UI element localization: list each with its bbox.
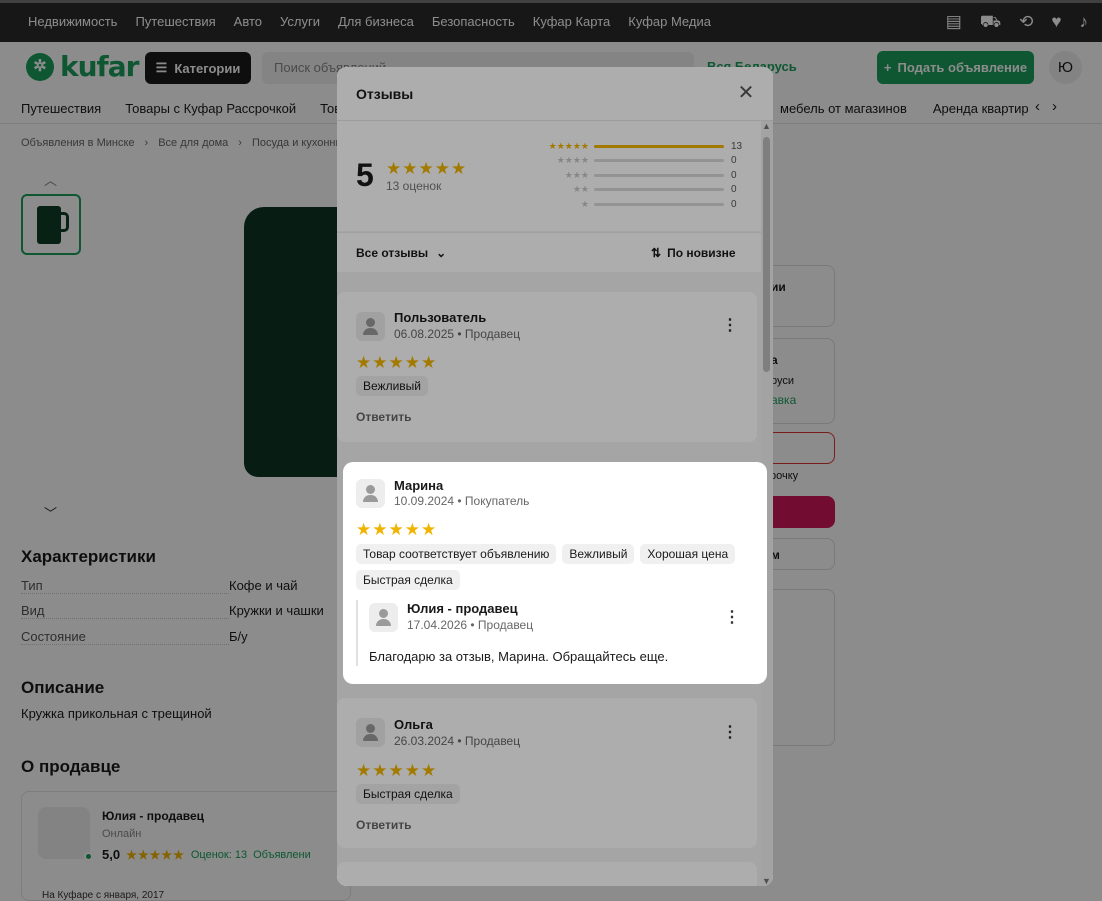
- answer-meta: 17.04.2026 • Продавец: [407, 618, 534, 632]
- reviewer-avatar: [356, 479, 385, 508]
- review-tag: Быстрая сделка: [356, 570, 460, 590]
- answer-author: Юлия - продавец: [407, 601, 518, 616]
- review-stars-icon: ★★★★★: [356, 520, 438, 539]
- review-tag: Хорошая цена: [640, 544, 736, 564]
- reviewer-name: Марина: [394, 478, 444, 493]
- review-tag: Вежливый: [562, 544, 635, 564]
- answer-text: Благодарю за отзыв, Марина. Обращайтесь …: [369, 649, 669, 664]
- review-tags: Товар соответствует объявлению Вежливый …: [356, 544, 746, 590]
- highlighted-review-card: Марина 10.09.2024 • Покупатель ★★★★★ Тов…: [343, 462, 767, 684]
- answer-avatar: [369, 603, 398, 632]
- more-options-icon[interactable]: ⋮: [724, 610, 740, 626]
- review-tag: Товар соответствует объявлению: [356, 544, 557, 564]
- seller-answer: Юлия - продавец 17.04.2026 • Продавец ⋮ …: [356, 600, 746, 666]
- review-meta: 10.09.2024 • Покупатель: [394, 494, 530, 508]
